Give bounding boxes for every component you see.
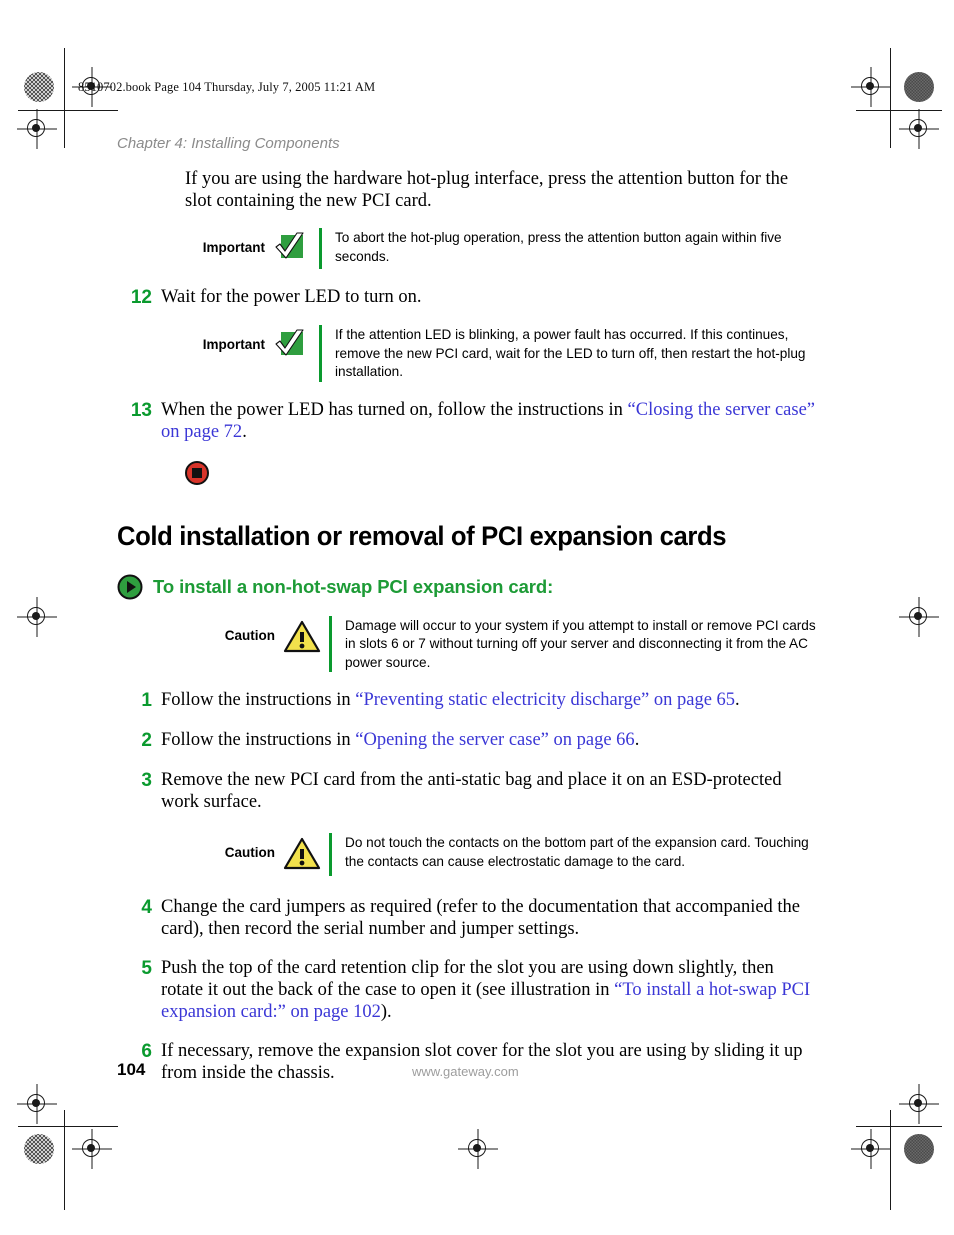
step-text: Push the top of the card retention clip … — [161, 958, 811, 1022]
step-2: 2 Follow the instructions in “Opening th… — [117, 729, 817, 752]
important-check-icon — [273, 325, 311, 366]
note-box-caution-1: Caution Damage will occur to your system… — [195, 615, 817, 672]
step-text: Wait for the power LED to turn on. — [161, 287, 422, 307]
cross-reference-link[interactable]: “Preventing static electricity discharge… — [355, 690, 735, 710]
registration-mark-right-lower — [906, 1091, 932, 1117]
cross-reference-link[interactable]: “Opening the server case” on page 66 — [355, 730, 634, 750]
registration-mark-left-upper — [24, 116, 50, 142]
trim-line-top-right-horizontal — [856, 110, 942, 111]
note-text: To abort the hot-plug operation, press t… — [335, 230, 782, 264]
note-text: If the attention LED is blinking, a powe… — [335, 327, 806, 379]
halftone-dot-top-left — [24, 72, 54, 102]
procedure-subheading-label: To install a non-hot-swap PCI expansion … — [153, 575, 554, 597]
stop-square-icon — [185, 460, 209, 485]
step-1: 1 Follow the instructions in “Preventing… — [117, 689, 817, 712]
note-accent-rule — [319, 228, 322, 269]
step-text: Change the card jumpers as required (ref… — [161, 897, 801, 939]
step-text: When the power LED has turned on, follow… — [161, 399, 816, 442]
step-text: Follow the instructions in “Opening the … — [161, 730, 640, 750]
step-12: 12 Wait for the power LED to turn on. — [117, 286, 817, 309]
procedure-subheading: To install a non-hot-swap PCI expansion … — [117, 574, 817, 600]
step-4: 4 Change the card jumpers as required (r… — [117, 896, 817, 940]
green-play-bullet-icon — [117, 574, 143, 600]
trim-line-bottom-right-horizontal — [856, 1126, 942, 1127]
registration-mark-left-middle — [24, 604, 50, 630]
trim-line-right-vertical-bottom — [890, 1110, 891, 1210]
registration-mark-bottom-right-inner — [858, 1136, 884, 1162]
note-text: Damage will occur to your system if you … — [345, 617, 816, 670]
chapter-header: Chapter 4: Installing Components — [117, 135, 340, 152]
note-box-important-2: Important If the attention LED is blinki… — [185, 325, 817, 382]
trim-line-right-vertical-top — [890, 48, 891, 148]
step-3: 3 Remove the new PCI card from the anti-… — [117, 769, 817, 813]
note-accent-rule — [319, 325, 322, 382]
registration-mark-right-upper — [906, 116, 932, 142]
step-number: 3 — [141, 770, 152, 791]
registration-mark-left-lower — [24, 1091, 50, 1117]
registration-mark-bottom-center — [465, 1136, 491, 1162]
note-box-important-1: Important To abort the hot-plug operatio… — [185, 228, 817, 269]
trim-line-bottom-left-horizontal — [18, 1126, 118, 1127]
step-text: Remove the new PCI card from the anti-st… — [161, 770, 782, 812]
step-number: 2 — [141, 730, 152, 751]
important-check-icon — [273, 228, 311, 269]
trim-line-left-vertical-bottom — [64, 1110, 65, 1210]
note-label: Important — [202, 337, 265, 352]
caution-warning-icon — [283, 833, 321, 876]
step-number: 1 — [141, 690, 152, 711]
page-content: If you are using the hardware hot-plug i… — [117, 168, 817, 1084]
registration-mark-top-right-inner — [858, 74, 884, 100]
trim-line-top-left-horizontal — [18, 110, 118, 111]
step-text: Follow the instructions in “Preventing s… — [161, 690, 740, 710]
cross-reference-link[interactable]: “To install a hot-swap PCI expansion car… — [161, 980, 810, 1022]
note-label: Caution — [224, 627, 275, 643]
note-box-caution-2: Caution Do not touch the contacts on the… — [195, 833, 817, 876]
cross-reference-link[interactable]: “Closing the server case” on page 72 — [161, 400, 815, 442]
note-accent-rule — [329, 833, 332, 876]
registration-mark-bottom-left-inner — [79, 1136, 105, 1162]
page-title: Cold installation or removal of PCI expa… — [117, 520, 727, 551]
caution-warning-icon — [283, 616, 321, 659]
registration-mark-right-middle — [906, 604, 932, 630]
step-13: 13 When the power LED has turned on, fol… — [117, 399, 817, 443]
step-number: 4 — [141, 897, 152, 918]
halftone-dot-top-right — [904, 72, 934, 102]
trim-line-left-vertical-top — [64, 48, 65, 148]
intro-paragraph: If you are using the hardware hot-plug i… — [185, 169, 789, 211]
step-number: 5 — [141, 958, 152, 979]
step-number: 13 — [130, 399, 152, 421]
halftone-dot-bottom-left — [24, 1134, 54, 1164]
note-label: Important — [202, 240, 265, 255]
note-label: Caution — [224, 845, 275, 860]
page-number: 104 — [117, 1060, 146, 1079]
note-accent-rule — [329, 615, 332, 672]
book-file-slug: 8510702.book Page 104 Thursday, July 7, … — [78, 80, 376, 94]
step-number: 12 — [130, 287, 152, 308]
halftone-dot-bottom-right — [904, 1134, 934, 1164]
note-text: Do not touch the contacts on the bottom … — [345, 835, 809, 869]
step-5: 5 Push the top of the card retention cli… — [117, 957, 817, 1023]
footer-website: www.gateway.com — [412, 1064, 519, 1079]
